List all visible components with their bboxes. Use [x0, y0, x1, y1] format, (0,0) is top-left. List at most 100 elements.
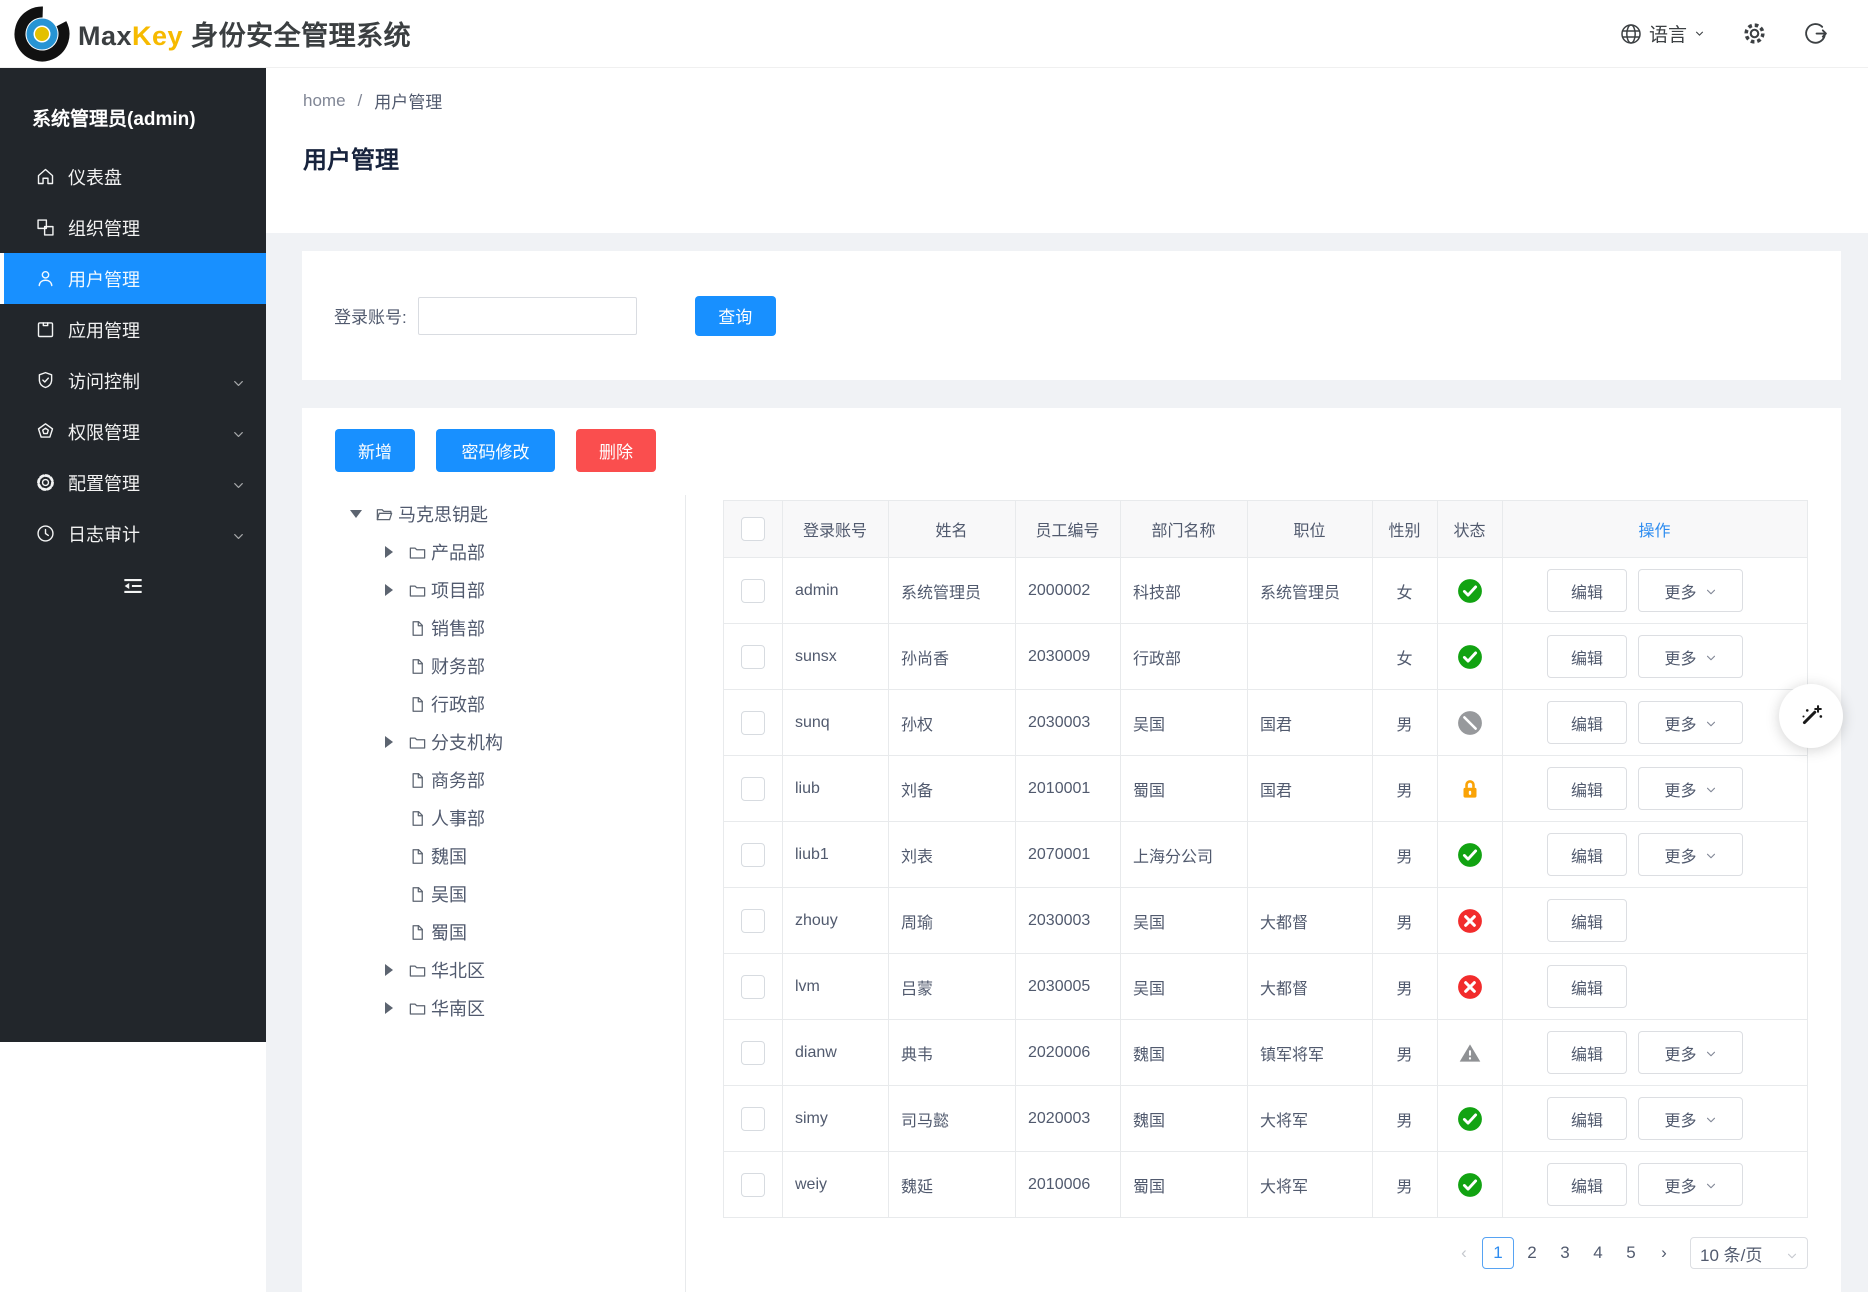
tree-node-分支机构[interactable]: 分支机构 — [382, 723, 685, 761]
more-button[interactable]: 更多 — [1638, 767, 1743, 810]
caret-right-icon[interactable] — [385, 736, 393, 748]
cell-department: 蜀国 — [1121, 756, 1248, 822]
row-checkbox[interactable] — [741, 645, 765, 669]
page-button-5[interactable]: 5 — [1616, 1238, 1646, 1268]
sidebar-item-用户管理[interactable]: 用户管理 — [0, 253, 266, 304]
settings-gear-icon[interactable] — [1742, 21, 1767, 46]
column-header-性别: 性别 — [1373, 501, 1438, 558]
row-checkbox[interactable] — [741, 975, 765, 999]
status-active-icon — [1457, 842, 1483, 868]
row-checkbox[interactable] — [741, 1041, 765, 1065]
tree-node-蜀国[interactable]: 蜀国 — [382, 913, 685, 951]
row-checkbox[interactable] — [741, 843, 765, 867]
change-password-button[interactable]: 密码修改 — [436, 429, 555, 472]
tree-node-华南区[interactable]: 华南区 — [382, 989, 685, 1027]
edit-button[interactable]: 编辑 — [1547, 1097, 1627, 1140]
sidebar-item-配置管理[interactable]: 配置管理 — [0, 457, 266, 508]
tree-node-华北区[interactable]: 华北区 — [382, 951, 685, 989]
page-size-select[interactable]: 10 条/页 — [1690, 1237, 1808, 1269]
more-button[interactable]: 更多 — [1638, 635, 1743, 678]
tree-node-吴国[interactable]: 吴国 — [382, 875, 685, 913]
chevron-down-icon — [1705, 849, 1717, 861]
page-button-1[interactable]: 1 — [1482, 1237, 1514, 1269]
caret-down-icon[interactable] — [350, 510, 362, 518]
sidebar-item-访问控制[interactable]: 访问控制 — [0, 355, 266, 406]
tree-node-商务部[interactable]: 商务部 — [382, 761, 685, 799]
row-checkbox[interactable] — [741, 1173, 765, 1197]
tree-node-马克思钥匙[interactable]: 马克思钥匙 — [349, 495, 685, 533]
chevron-down-icon — [232, 374, 245, 387]
more-button[interactable]: 更多 — [1638, 701, 1743, 744]
edit-button[interactable]: 编辑 — [1547, 1031, 1627, 1074]
tree-node-人事部[interactable]: 人事部 — [382, 799, 685, 837]
search-card: 登录账号: 查询 — [302, 251, 1841, 380]
cell-department: 吴国 — [1121, 888, 1248, 954]
table-body: admin系统管理员2000002科技部系统管理员女编辑更多sunsx孙尚香20… — [724, 558, 1808, 1218]
more-button[interactable]: 更多 — [1638, 569, 1743, 612]
magic-wand-fab[interactable] — [1779, 684, 1843, 748]
row-checkbox[interactable] — [741, 579, 765, 603]
query-button[interactable]: 查询 — [695, 296, 776, 336]
cell-name: 周瑜 — [889, 888, 1016, 954]
language-switcher[interactable]: 语言 — [1619, 20, 1706, 47]
tree-node-产品部[interactable]: 产品部 — [382, 533, 685, 571]
caret-right-icon[interactable] — [385, 1002, 393, 1014]
page-button-2[interactable]: 2 — [1517, 1238, 1547, 1268]
edit-button[interactable]: 编辑 — [1547, 965, 1627, 1008]
caret-right-icon[interactable] — [385, 546, 393, 558]
row-checkbox[interactable] — [741, 777, 765, 801]
tree-node-label: 项目部 — [431, 577, 485, 603]
file-icon — [408, 657, 427, 676]
sidebar-item-应用管理[interactable]: 应用管理 — [0, 304, 266, 355]
status-active-icon — [1457, 1106, 1483, 1132]
maxkey-admin-app: MaxKey 身份安全管理系统 语言 — [0, 0, 1868, 1307]
more-button[interactable]: 更多 — [1638, 1031, 1743, 1074]
edit-button[interactable]: 编辑 — [1547, 767, 1627, 810]
cell-gender: 女 — [1373, 624, 1438, 690]
tree-node-行政部[interactable]: 行政部 — [382, 685, 685, 723]
row-checkbox[interactable] — [741, 1107, 765, 1131]
status-warning-icon — [1457, 1040, 1483, 1066]
login-account-input[interactable] — [418, 297, 637, 335]
caret-right-icon[interactable] — [385, 964, 393, 976]
page-button-3[interactable]: 3 — [1550, 1238, 1580, 1268]
delete-button[interactable]: 删除 — [576, 429, 656, 472]
cell-department: 蜀国 — [1121, 1152, 1248, 1218]
tree-node-魏国[interactable]: 魏国 — [382, 837, 685, 875]
column-header-操作: 操作 — [1503, 501, 1808, 558]
sidebar-item-组织管理[interactable]: 组织管理 — [0, 202, 266, 253]
sidebar-item-label: 组织管理 — [68, 215, 140, 241]
add-button[interactable]: 新增 — [335, 429, 415, 472]
next-page-button[interactable]: › — [1649, 1238, 1679, 1268]
edit-button[interactable]: 编辑 — [1547, 635, 1627, 678]
edit-button[interactable]: 编辑 — [1547, 833, 1627, 876]
breadcrumb-home-link[interactable]: home — [303, 91, 346, 111]
page-button-4[interactable]: 4 — [1583, 1238, 1613, 1268]
more-button[interactable]: 更多 — [1638, 1097, 1743, 1140]
tree-node-财务部[interactable]: 财务部 — [382, 647, 685, 685]
chevron-down-icon — [1705, 585, 1717, 597]
cell-gender: 男 — [1373, 888, 1438, 954]
edit-button[interactable]: 编辑 — [1547, 1163, 1627, 1206]
tree-node-销售部[interactable]: 销售部 — [382, 609, 685, 647]
more-button[interactable]: 更多 — [1638, 833, 1743, 876]
caret-right-icon[interactable] — [385, 584, 393, 596]
cell-status — [1438, 1152, 1503, 1218]
menu-fold-icon[interactable] — [120, 573, 146, 599]
row-checkbox[interactable] — [741, 711, 765, 735]
row-checkbox[interactable] — [741, 909, 765, 933]
sidebar-item-权限管理[interactable]: 权限管理 — [0, 406, 266, 457]
status-active-icon — [1457, 644, 1483, 670]
logout-icon[interactable] — [1803, 21, 1828, 46]
more-button[interactable]: 更多 — [1638, 1163, 1743, 1206]
table-header-row: 登录账号姓名员工编号部门名称职位性别状态操作 — [724, 501, 1808, 558]
edit-button[interactable]: 编辑 — [1547, 701, 1627, 744]
sidebar-item-日志审计[interactable]: 日志审计 — [0, 508, 266, 559]
edit-button[interactable]: 编辑 — [1547, 569, 1627, 612]
sidebar-item-仪表盘[interactable]: 仪表盘 — [0, 151, 266, 202]
cell-actions: 编辑更多 — [1503, 1086, 1808, 1152]
select-all-checkbox[interactable] — [741, 517, 765, 541]
tree-node-项目部[interactable]: 项目部 — [382, 571, 685, 609]
edit-button[interactable]: 编辑 — [1547, 899, 1627, 942]
prev-page-button[interactable]: ‹ — [1449, 1238, 1479, 1268]
